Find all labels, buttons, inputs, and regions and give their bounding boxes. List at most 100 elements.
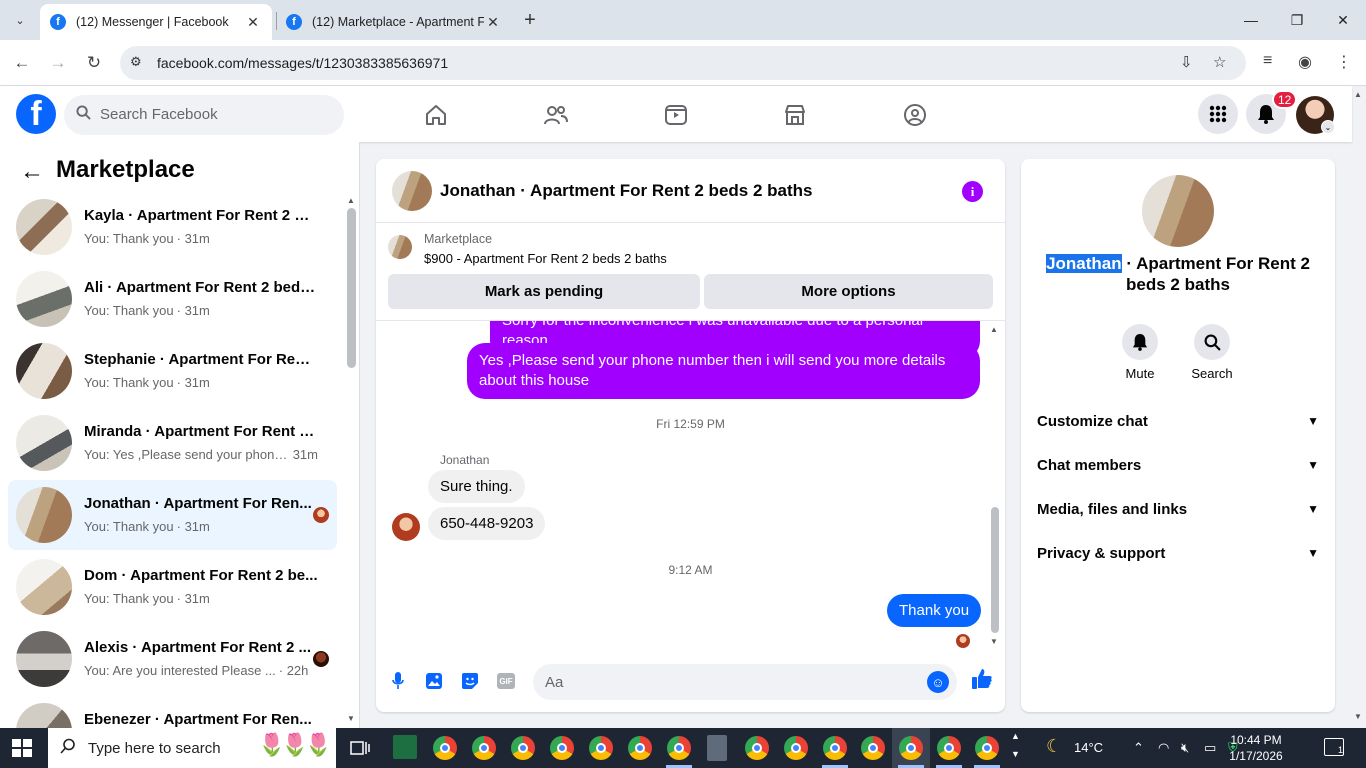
chrome-icon[interactable] [899,736,923,760]
taskbar-clock[interactable]: 10:44 PM 1/17/2026 [1226,732,1286,764]
conversation-item[interactable]: Kayla · Apartment For Rent 2 be... You: … [8,192,337,262]
new-tab-button[interactable]: + [518,8,542,32]
scroll-down-arrow[interactable]: ▼ [990,637,998,646]
reload-button[interactable]: ↻ [80,49,108,77]
windows-taskbar: Type here to search 🌷🌷🌷 ▲ ▼ ☾ 14°C ⌃ ◠ 🔇︎… [0,728,1366,768]
chrome-icon[interactable] [823,736,847,760]
sender-avatar[interactable] [392,513,420,541]
facebook-search-input[interactable]: Search Facebook [64,95,344,135]
excel-icon[interactable] [393,735,417,759]
video-icon[interactable] [661,100,691,130]
message-input[interactable]: Aa ☺ [533,664,957,700]
gif-icon[interactable]: GIF [497,673,515,689]
chrome-icon[interactable] [589,736,613,760]
chrome-icon[interactable] [937,736,961,760]
page-scroll-down-arrow[interactable]: ▼ [1354,712,1362,721]
media-files-links-row[interactable]: Media, files and links ▼ [1037,491,1319,527]
chat-members-row[interactable]: Chat members ▼ [1037,447,1319,483]
conversation-item[interactable]: Ebenezer · Apartment For Ren... [8,696,337,728]
chevron-up-icon[interactable]: ⌃ [1133,740,1144,756]
moon-weather-icon[interactable]: ☾ [1046,736,1062,757]
back-button[interactable]: ← [8,49,36,77]
task-view-icon[interactable] [349,737,371,759]
search-conversation-button[interactable]: Search [1182,324,1242,381]
chrome-icon[interactable] [861,736,885,760]
sidebar-scrollbar[interactable] [347,208,356,368]
chevron-down-icon[interactable]: ⌄ [1321,120,1335,134]
battery-icon[interactable]: ▭ [1204,740,1216,756]
conversation-item[interactable]: Ali · Apartment For Rent 2 beds ... You:… [8,264,337,334]
emoji-icon[interactable]: ☺ [927,671,949,693]
conversation-item-active[interactable]: Jonathan · Apartment For Ren... You: Tha… [8,480,337,550]
restore-button[interactable]: ❐ [1274,0,1320,40]
mute-button[interactable]: Mute [1110,324,1170,381]
profile-icon[interactable]: ◉ [1298,52,1312,72]
install-app-icon[interactable]: ⇩ [1180,53,1193,71]
photo-icon[interactable] [423,670,445,692]
forward-button[interactable]: → [44,49,72,77]
chrome-icon[interactable] [975,736,999,760]
incoming-message[interactable]: 650-448-9203 [428,507,546,540]
chat-scrollbar[interactable] [991,507,999,633]
conversation-item[interactable]: Alexis · Apartment For Rent 2 ... You: A… [8,624,337,694]
chrome-icon[interactable] [550,736,574,760]
listing-thumbnail[interactable] [388,235,412,259]
apps-menu-button[interactable] [1198,94,1238,134]
conversation-item[interactable]: Stephanie · Apartment For Rent ... You: … [8,336,337,406]
media-control-icon[interactable]: ≡ [1263,52,1272,70]
scroll-up-arrow[interactable]: ▲ [347,196,355,205]
microphone-icon[interactable] [387,670,409,692]
conversation-item[interactable]: Dom · Apartment For Rent 2 be... You: Th… [8,552,337,622]
taskbar-search-box[interactable]: Type here to search 🌷🌷🌷 [48,728,336,768]
marketplace-icon[interactable] [780,100,810,130]
facebook-logo[interactable]: f [16,94,56,134]
site-info-icon[interactable]: ⚙ [130,54,142,70]
minimize-button[interactable]: — [1228,0,1274,40]
sticker-icon[interactable] [459,670,481,692]
more-options-button[interactable]: More options [704,274,993,309]
chat-title[interactable]: Jonathan · Apartment For Rent 2 beds 2 b… [440,181,812,201]
chrome-icon[interactable] [472,736,496,760]
calculator-icon[interactable] [707,735,727,761]
chrome-icon[interactable] [433,736,457,760]
browser-menu-icon[interactable]: ⋮ [1336,52,1352,72]
conversation-item[interactable]: Miranda · Apartment For Rent 2 ... You: … [8,408,337,478]
chrome-icon[interactable] [511,736,535,760]
info-icon[interactable]: i [962,181,983,202]
home-icon[interactable] [421,100,451,130]
tab-messenger[interactable]: f (12) Messenger | Facebook ✕ [40,4,272,40]
chrome-icon[interactable] [745,736,769,760]
like-icon[interactable] [971,668,993,696]
customize-chat-row[interactable]: Customize chat ▼ [1037,403,1319,439]
privacy-support-row[interactable]: Privacy & support ▼ [1037,535,1319,571]
scroll-up-arrow[interactable]: ▲ [990,325,998,334]
outgoing-message[interactable]: Thank you [887,594,982,627]
windows-start-icon[interactable] [12,739,32,757]
wifi-icon[interactable]: ◠ [1158,740,1169,756]
tab-close-icon[interactable]: ✕ [244,14,262,31]
window-close-button[interactable]: ✕ [1320,0,1366,40]
action-center-icon[interactable]: 1 [1324,738,1344,756]
chrome-icon[interactable] [784,736,808,760]
scroll-down-arrow[interactable]: ▼ [347,714,355,723]
taskbar-scroll-icon[interactable]: ▲ ▼ [1011,732,1020,759]
chrome-icon[interactable] [667,736,691,760]
address-bar[interactable]: ⚙ facebook.com/messages/t/12303833856369… [120,46,1246,80]
tab-marketplace[interactable]: f (12) Marketplace - Apartment F ✕ [276,4,512,40]
tab-search-icon[interactable]: ⌄ [8,8,32,32]
back-arrow-icon[interactable]: ← [20,158,44,186]
chat-avatar[interactable] [392,171,432,211]
page-scroll-up-arrow[interactable]: ▲ [1354,90,1362,99]
tab-close-icon[interactable]: ✕ [484,14,502,31]
listing-title[interactable]: $900 - Apartment For Rent 2 beds 2 baths [424,251,667,266]
incoming-message[interactable]: Sure thing. [428,470,525,503]
friends-icon[interactable] [541,100,571,130]
mark-as-pending-button[interactable]: Mark as pending [388,274,700,309]
speaker-muted-icon[interactable]: 🔇︎ [1181,740,1189,756]
outgoing-message[interactable]: Yes ,Please send your phone number then … [467,343,980,399]
bookmark-star-icon[interactable]: ☆ [1213,53,1226,71]
chrome-icon[interactable] [628,736,652,760]
conversation-avatar[interactable] [1142,175,1214,247]
weather-temperature[interactable]: 14°C [1074,740,1103,755]
groups-icon[interactable] [900,100,930,130]
